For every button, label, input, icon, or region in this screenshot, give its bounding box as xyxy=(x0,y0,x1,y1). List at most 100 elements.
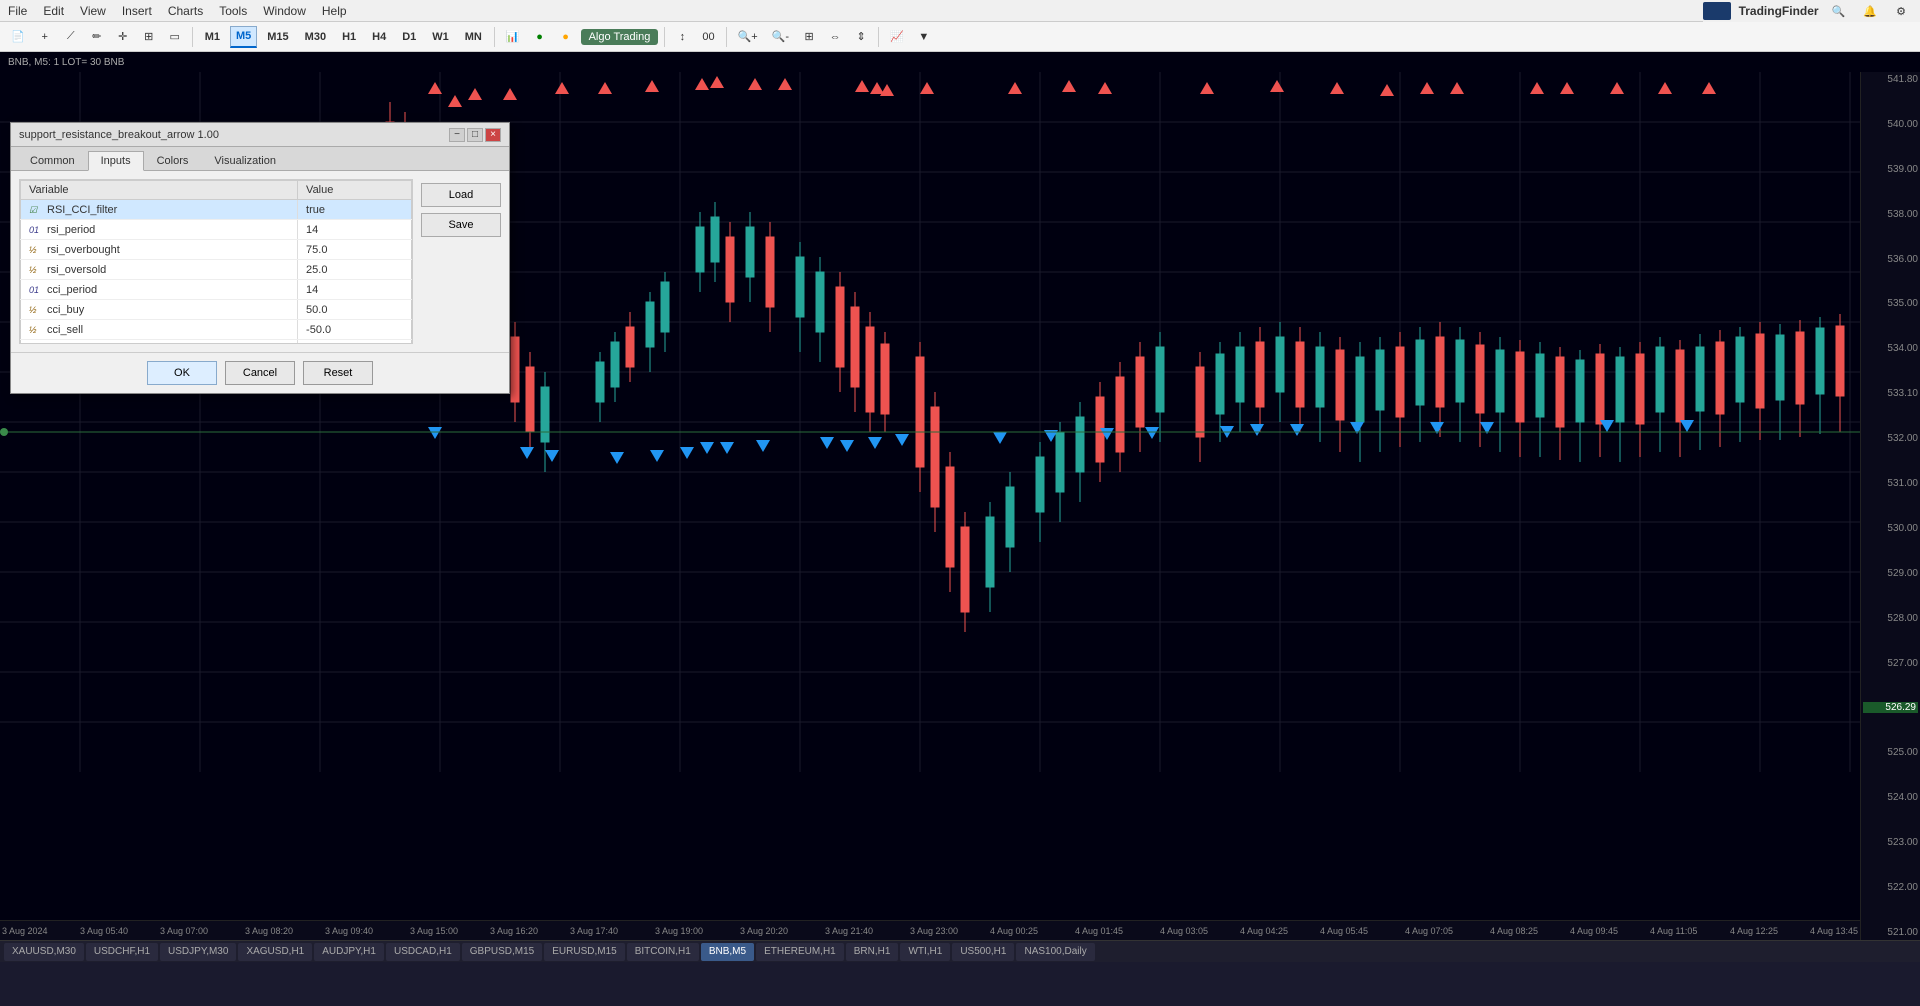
menu-charts[interactable]: Charts xyxy=(168,4,203,18)
tab-bnb[interactable]: BNB,M5 xyxy=(701,943,754,961)
param-value-cell[interactable]: 14 xyxy=(298,220,412,240)
line-btn[interactable]: ⟋ xyxy=(60,26,82,48)
tab-ethereum[interactable]: ETHEREUM,H1 xyxy=(756,943,844,961)
price-524: 524.00 xyxy=(1863,792,1918,803)
tf-d1[interactable]: D1 xyxy=(396,26,422,48)
zoom-out-btn[interactable]: 🔍- xyxy=(767,26,794,48)
menu-edit[interactable]: Edit xyxy=(43,4,64,18)
template-btn[interactable]: ▼ xyxy=(913,26,935,48)
notification-btn[interactable]: 🔔 xyxy=(1858,0,1882,22)
param-value-cell[interactable]: 50.0 xyxy=(298,300,412,320)
table-row[interactable]: ½rsi_overbought75.0 xyxy=(21,240,412,260)
table-row[interactable]: ☑alerttrue xyxy=(21,340,412,345)
param-value-cell[interactable]: 25.0 xyxy=(298,260,412,280)
indicator-btn[interactable]: 📈 xyxy=(885,26,909,48)
autoscale-btn[interactable]: ⇕ xyxy=(850,26,872,48)
tf-m15[interactable]: M15 xyxy=(261,26,294,48)
chart-type-btn[interactable]: 📊 xyxy=(501,26,525,48)
tab-gbpusd[interactable]: GBPUSD,M15 xyxy=(462,943,542,961)
ohlc-btn[interactable]: 00 xyxy=(697,26,719,48)
dialog-minimize-btn[interactable]: − xyxy=(449,128,465,142)
menu-help[interactable]: Help xyxy=(322,4,347,18)
tab-usdcad[interactable]: USDCAD,H1 xyxy=(386,943,460,961)
menu-bar: File Edit View Insert Charts Tools Windo… xyxy=(0,0,1920,22)
table-row[interactable]: 01rsi_period14 xyxy=(21,220,412,240)
tab-nas100[interactable]: NAS100,Daily xyxy=(1016,943,1094,961)
tf-h1[interactable]: H1 xyxy=(336,26,362,48)
param-value-cell[interactable]: -50.0 xyxy=(298,320,412,340)
tab-visualization[interactable]: Visualization xyxy=(201,151,289,170)
draw-btn[interactable]: ✏ xyxy=(86,26,108,48)
dialog-close-btn[interactable]: × xyxy=(485,128,501,142)
param-value-cell[interactable]: 75.0 xyxy=(298,240,412,260)
menu-insert[interactable]: Insert xyxy=(122,4,152,18)
add-btn[interactable]: + xyxy=(34,26,56,48)
tab-common[interactable]: Common xyxy=(17,151,88,170)
tf-w1[interactable]: W1 xyxy=(426,26,455,48)
zoom-in-btn[interactable]: 🔍+ xyxy=(733,26,763,48)
dialog-titlebar: support_resistance_breakout_arrow 1.00 −… xyxy=(11,123,509,147)
param-value-cell[interactable]: 14 xyxy=(298,280,412,300)
sort-btn[interactable]: ↕ xyxy=(671,26,693,48)
crosshair-btn[interactable]: ✛ xyxy=(112,26,134,48)
param-name: RSI_CCI_filter xyxy=(47,204,117,216)
menu-file[interactable]: File xyxy=(8,4,27,18)
param-table-container[interactable]: Variable Value ☑RSI_CCI_filtertrue01rsi_… xyxy=(19,179,413,344)
cancel-button[interactable]: Cancel xyxy=(225,361,295,385)
table-row[interactable]: ½rsi_oversold25.0 xyxy=(21,260,412,280)
orange-btn[interactable]: ● xyxy=(555,26,577,48)
save-button[interactable]: Save xyxy=(421,213,501,237)
col-value: Value xyxy=(298,181,412,200)
table-row[interactable]: ½cci_sell-50.0 xyxy=(21,320,412,340)
table-row[interactable]: ☑RSI_CCI_filtertrue xyxy=(21,200,412,220)
tf-m5[interactable]: M5 xyxy=(230,26,257,48)
settings-btn[interactable]: ⚙ xyxy=(1890,0,1912,22)
tab-xagusd[interactable]: XAGUSD,H1 xyxy=(238,943,312,961)
search-btn[interactable]: 🔍 xyxy=(1827,0,1851,22)
tab-wti[interactable]: WTI,H1 xyxy=(900,943,950,961)
table-row[interactable]: 01cci_period14 xyxy=(21,280,412,300)
tab-eurusd[interactable]: EURUSD,M15 xyxy=(544,943,624,961)
menu-window[interactable]: Window xyxy=(263,4,306,18)
grid-btn[interactable]: ⊞ xyxy=(798,26,820,48)
param-value-cell[interactable]: true xyxy=(298,200,412,220)
reset-button[interactable]: Reset xyxy=(303,361,373,385)
tab-us500[interactable]: US500,H1 xyxy=(952,943,1014,961)
time-0025: 4 Aug 00:25 xyxy=(990,926,1038,936)
tf-m30[interactable]: M30 xyxy=(299,26,332,48)
objects-btn[interactable]: ⊞ xyxy=(138,26,160,48)
tf-m1[interactable]: M1 xyxy=(199,26,226,48)
dialog-maximize-btn[interactable]: □ xyxy=(467,128,483,142)
sep3 xyxy=(664,27,665,47)
tab-xauusd[interactable]: XAUUSD,M30 xyxy=(4,943,84,961)
tab-usdchf[interactable]: USDCHF,H1 xyxy=(86,943,158,961)
tab-colors[interactable]: Colors xyxy=(144,151,202,170)
param-name: cci_sell xyxy=(47,324,83,336)
tab-inputs[interactable]: Inputs xyxy=(88,151,144,171)
time-0705: 4 Aug 07:05 xyxy=(1405,926,1453,936)
menu-tools[interactable]: Tools xyxy=(219,4,247,18)
tab-brn[interactable]: BRN,H1 xyxy=(846,943,899,961)
rect-btn[interactable]: ▭ xyxy=(164,26,186,48)
tf-mn[interactable]: MN xyxy=(459,26,488,48)
ok-button[interactable]: OK xyxy=(147,361,217,385)
param-value-cell[interactable]: true xyxy=(298,340,412,345)
price-525: 525.00 xyxy=(1863,747,1918,758)
tab-usdjpy[interactable]: USDJPY,M30 xyxy=(160,943,236,961)
bottom-tabs-bar: XAUUSD,M30 USDCHF,H1 USDJPY,M30 XAGUSD,H… xyxy=(0,940,1920,962)
table-row[interactable]: ½cci_buy50.0 xyxy=(21,300,412,320)
var-type-icon: ½ xyxy=(29,245,43,255)
toolbar: 📄 + ⟋ ✏ ✛ ⊞ ▭ M1 M5 M15 M30 H1 H4 D1 W1 … xyxy=(0,22,1920,52)
algo-trading-btn[interactable]: Algo Trading xyxy=(581,29,659,45)
tab-bitcoin[interactable]: BITCOIN,H1 xyxy=(627,943,699,961)
price-527: 527.00 xyxy=(1863,658,1918,669)
tab-audjpy[interactable]: AUDJPY,H1 xyxy=(314,943,384,961)
green-btn[interactable]: ● xyxy=(529,26,551,48)
price-538: 538.00 xyxy=(1863,209,1918,220)
new-chart-btn[interactable]: 📄 xyxy=(6,26,30,48)
var-type-icon: 01 xyxy=(29,225,43,235)
tf-h4[interactable]: H4 xyxy=(366,26,392,48)
scale-btn[interactable]: ⇔ xyxy=(824,26,846,48)
load-button[interactable]: Load xyxy=(421,183,501,207)
menu-view[interactable]: View xyxy=(80,4,106,18)
